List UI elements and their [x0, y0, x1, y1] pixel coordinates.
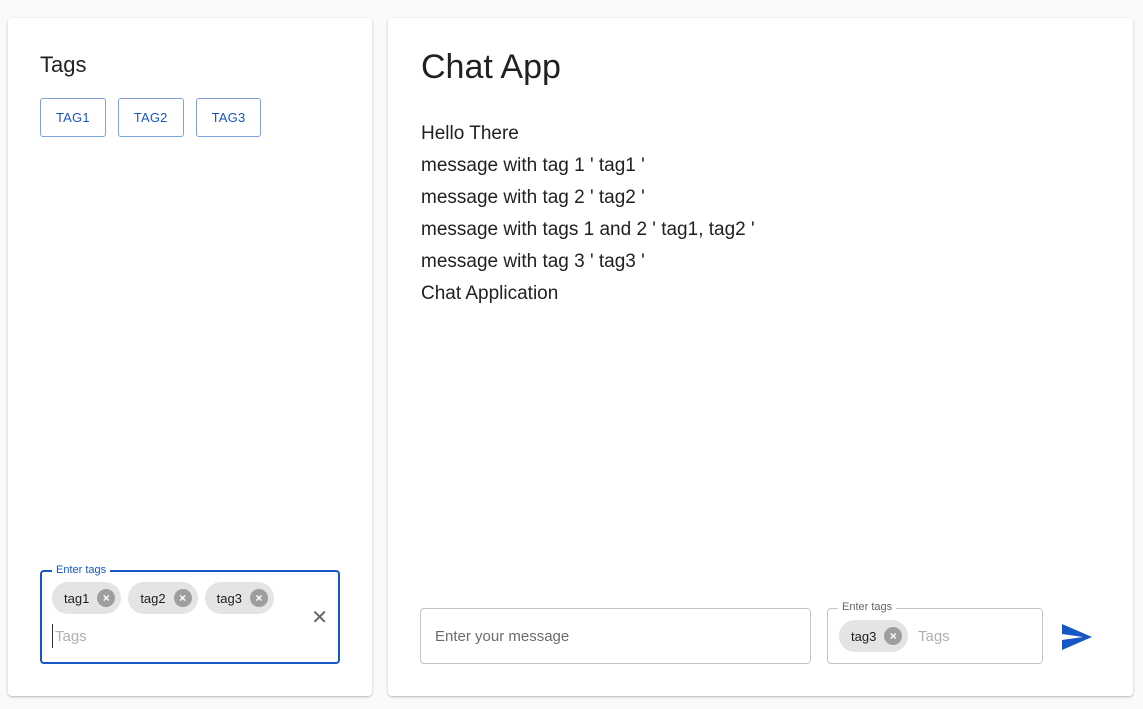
tag-chip-label: tag3	[216, 590, 242, 606]
remove-chip-icon[interactable]: ×	[173, 589, 192, 607]
message-item: message with tag 1 ' tag1 '	[421, 155, 645, 176]
message-item: message with tag 3 ' tag3 '	[421, 251, 645, 272]
tag-chip-label: tag1	[64, 590, 90, 606]
tag-filter-label: Enter tags	[52, 563, 111, 577]
message-input[interactable]	[435, 623, 795, 649]
tag-chip-tag2[interactable]: tag2 ×	[128, 582, 198, 614]
chat-panel: Chat App Hello There message with tag 1 …	[388, 18, 1133, 696]
message-tags-input[interactable]	[918, 624, 1028, 648]
remove-chip-icon[interactable]: ×	[97, 589, 116, 607]
tags-panel-title: Tags	[40, 52, 87, 77]
remove-chip-icon[interactable]: ×	[249, 589, 268, 607]
tag2-button[interactable]: TAG2	[117, 98, 184, 137]
tag-filter-input[interactable]	[52, 624, 252, 648]
message-item: message with tag 2 ' tag2 '	[421, 187, 645, 208]
tag1-button[interactable]: TAG1	[40, 98, 106, 137]
message-item: Chat Application	[421, 283, 559, 304]
message-list: Hello There message with tag 1 ' tag1 ' …	[421, 118, 755, 310]
tag-chip-tag3[interactable]: tag3 ×	[204, 582, 274, 614]
tag-filter-field[interactable]: Enter tags tag1 × tag2 × tag3 × ✕	[40, 563, 340, 664]
tag-chip-label: tag2	[140, 590, 166, 606]
close-icon[interactable]: ✕	[311, 608, 328, 628]
message-field[interactable]	[420, 608, 811, 664]
send-icon	[1062, 624, 1092, 650]
tags-panel: Tags TAG1 TAG2 TAG3 Enter tags tag1 × ta…	[8, 18, 372, 696]
message-item: Hello There	[421, 123, 519, 144]
tag-filter-chips: tag1 × tag2 × tag3 ×	[52, 582, 274, 614]
tag3-button[interactable]: TAG3	[195, 98, 262, 137]
message-tags-field[interactable]: Enter tags tag3 ×	[827, 600, 1043, 664]
remove-chip-icon[interactable]: ×	[884, 627, 903, 645]
message-item: message with tags 1 and 2 ' tag1, tag2 '	[421, 219, 755, 240]
tag-chip-tag3[interactable]: tag3 ×	[839, 620, 909, 652]
chat-title: Chat App	[421, 48, 561, 86]
tag-chip-tag1[interactable]: tag1 ×	[52, 582, 122, 614]
message-tags-label: Enter tags	[838, 600, 897, 614]
tag-button-group: TAG1 TAG2 TAG3	[40, 98, 262, 137]
send-button[interactable]	[1060, 620, 1094, 654]
tag-chip-label: tag3	[851, 628, 877, 644]
